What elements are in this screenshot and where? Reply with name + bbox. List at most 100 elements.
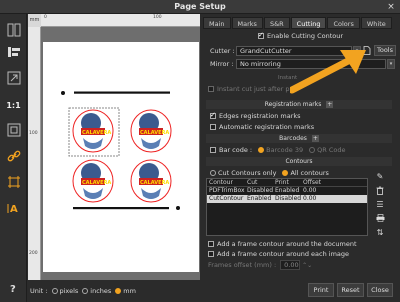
- unit-row: Unit : pixels inches mm: [30, 287, 136, 295]
- tab-bar: Main Marks S&R Cutting Colors White: [203, 17, 393, 29]
- ruler-label: 200: [29, 251, 38, 256]
- tab-main[interactable]: Main: [203, 17, 231, 29]
- unit-pixels-label: pixels: [59, 287, 79, 295]
- column-header[interactable]: Print: [275, 179, 303, 186]
- qr-code-label: QR Code: [317, 146, 346, 154]
- frame-icon[interactable]: [4, 120, 23, 139]
- instant-cut-row[interactable]: Instant cut just after pr: [208, 85, 292, 93]
- tools-button[interactable]: Tools: [374, 45, 396, 56]
- automatic-registration-label: Automatic registration marks: [219, 123, 315, 131]
- enable-cutting-checkbox[interactable]: [258, 31, 264, 39]
- frame-image-row[interactable]: Add a frame contour around each image: [208, 250, 349, 258]
- frames-offset-label: Frames offset (mm) :: [208, 261, 277, 269]
- barcode39-label: Barcode 39: [266, 146, 304, 154]
- text-cursor-icon[interactable]: A: [4, 198, 23, 217]
- tab-snr[interactable]: S&R: [263, 17, 290, 29]
- contours-header: Contours: [206, 157, 392, 166]
- svg-text:CALAVERA: CALAVERA: [82, 180, 111, 186]
- instant-cut-checkbox[interactable]: [208, 86, 214, 92]
- layout-icon[interactable]: [4, 20, 23, 39]
- link-icon[interactable]: [4, 146, 23, 165]
- unit-label: Unit :: [30, 287, 48, 295]
- ruler-horizontal: 0 100: [41, 14, 200, 27]
- actual-size-icon[interactable]: 1:1: [4, 96, 23, 115]
- contour-cell: PDFTrimBox: [209, 187, 245, 194]
- cut-cell: Enabled: [247, 195, 272, 202]
- plus-icon[interactable]: +: [326, 101, 334, 108]
- enable-cutting-row[interactable]: Enable Cutting Contour: [258, 31, 343, 40]
- instant-cut-label: Instant cut just after pr: [217, 85, 293, 93]
- barcode39-radio[interactable]: [258, 147, 265, 153]
- unit-pixels-radio[interactable]: [51, 288, 58, 294]
- plus-icon[interactable]: +: [311, 135, 319, 142]
- cut-contours-only-label: Cut Contours only: [218, 169, 277, 177]
- frame-image-checkbox[interactable]: [208, 251, 214, 257]
- list-icon[interactable]: ☰: [374, 198, 386, 210]
- contours-table[interactable]: Contour Cut Print Offset PDFTrimBox Disa…: [206, 178, 368, 236]
- offset-cell: 0.00: [303, 187, 317, 194]
- trash-icon[interactable]: [374, 184, 386, 196]
- frame-document-row[interactable]: Add a frame contour around the document: [208, 240, 357, 248]
- printer-icon[interactable]: [374, 212, 386, 224]
- tab-colors[interactable]: Colors: [327, 17, 360, 29]
- chevron-down-icon[interactable]: ▾: [387, 59, 395, 69]
- frames-offset-input[interactable]: 0.00: [280, 260, 301, 270]
- qr-code-radio[interactable]: [309, 147, 316, 153]
- tab-white[interactable]: White: [360, 17, 392, 29]
- left-toolbar: 1:1 A: [0, 14, 27, 302]
- cutter-label: Cutter :: [210, 46, 235, 55]
- svg-text:CALAVERA: CALAVERA: [82, 130, 111, 136]
- page-preview[interactable]: mm 0 100 100 200 CALAVERA CALAVERA CALAV…: [28, 14, 200, 280]
- frame-image-label: Add a frame contour around each image: [217, 250, 350, 258]
- print-cell: Enabled: [275, 187, 300, 194]
- frames-offset-row: Frames offset (mm) : 0.00 ⌃⌄: [208, 260, 312, 270]
- sticker-image: CALAVERA: [130, 109, 172, 153]
- all-contours-label: All contours: [290, 169, 329, 177]
- close-icon[interactable]: ×: [386, 2, 396, 12]
- page-content: CALAVERA CALAVERA CALAVERA CALAVERA: [61, 91, 180, 210]
- unit-mm-radio[interactable]: [115, 288, 122, 294]
- tab-marks[interactable]: Marks: [231, 17, 263, 29]
- contour-cell: CutContour: [209, 195, 244, 202]
- reset-button[interactable]: Reset: [337, 283, 364, 297]
- title-bar: Page Setup ×: [0, 0, 400, 14]
- sort-list-icon[interactable]: ⇅: [374, 226, 386, 238]
- align-icon[interactable]: [4, 42, 23, 61]
- table-row[interactable]: CutContour Enabled Disabled 0.00: [207, 195, 367, 203]
- column-header[interactable]: Offset: [303, 179, 343, 186]
- edges-registration-label: Edges registration marks: [219, 112, 301, 120]
- sticker-image: CALAVERA: [130, 159, 172, 203]
- fit-page-icon[interactable]: [4, 68, 23, 87]
- help-icon[interactable]: ?: [10, 284, 16, 295]
- barcode-checkbox[interactable]: [210, 147, 216, 153]
- automatic-registration-checkbox[interactable]: [210, 124, 216, 130]
- unit-inches-label: inches: [90, 287, 112, 295]
- unit-inches-radio[interactable]: [82, 288, 89, 294]
- automatic-registration-row[interactable]: Automatic registration marks: [210, 123, 314, 131]
- stepper-icon[interactable]: ⌃⌄: [302, 262, 312, 269]
- crop-marks-icon[interactable]: [4, 172, 23, 191]
- close-button[interactable]: Close: [367, 283, 393, 297]
- table-row[interactable]: PDFTrimBox Disabled Enabled 0.00: [207, 187, 367, 195]
- page-canvas: CALAVERA CALAVERA CALAVERA CALAVERA: [43, 42, 199, 272]
- barcode-label: Bar code :: [219, 146, 253, 154]
- cut-cell: Disabled: [247, 187, 274, 194]
- pencil-icon[interactable]: ✎: [374, 170, 386, 182]
- all-contours-radio[interactable]: [282, 170, 289, 176]
- column-header[interactable]: Cut: [247, 179, 275, 186]
- table-header: Contour Cut Print Offset: [207, 179, 367, 187]
- svg-text:CALAVERA: CALAVERA: [140, 180, 169, 186]
- ruler-vertical: 100 200: [28, 27, 41, 280]
- edges-registration-checkbox[interactable]: [210, 111, 216, 119]
- cut-contours-only-radio[interactable]: [210, 170, 216, 176]
- sticker-image: CALAVERA: [72, 109, 114, 153]
- tab-cutting[interactable]: Cutting: [290, 17, 327, 29]
- print-button[interactable]: Print: [308, 283, 334, 297]
- frame-document-checkbox[interactable]: [208, 241, 214, 247]
- pointer-arrow-icon: [290, 50, 366, 94]
- registration-header-label: Registration marks: [264, 101, 322, 108]
- print-cell: Disabled: [275, 195, 302, 202]
- edges-registration-row[interactable]: Edges registration marks: [210, 111, 301, 120]
- barcodes-header: Barcodes +: [206, 134, 392, 143]
- column-header[interactable]: Contour: [207, 179, 247, 186]
